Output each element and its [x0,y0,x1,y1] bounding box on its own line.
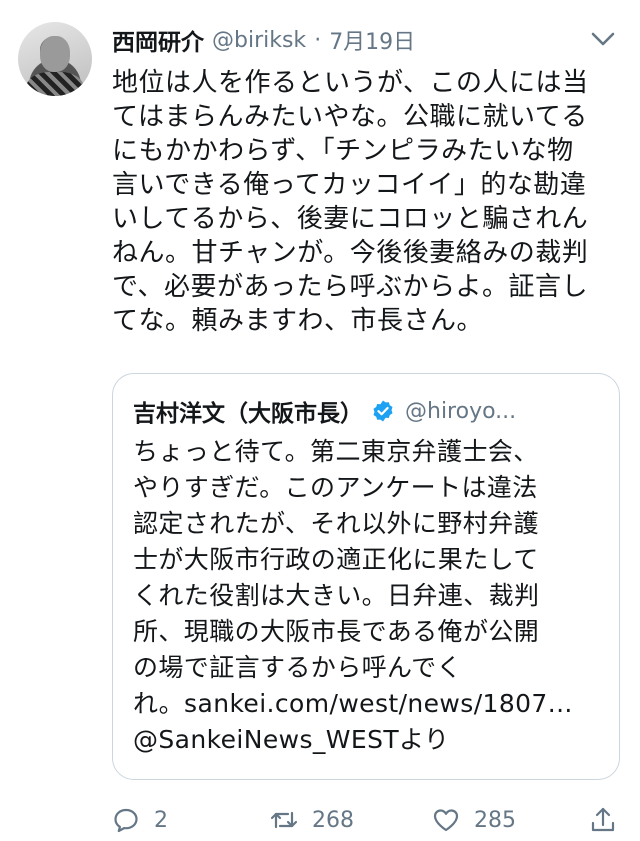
tweet-text-line: いしてるから、後妻にコロッと騙されん [112,204,589,234]
tweet-text: 地位は人を作るというが、この人には当 てはまらんみたいやな。公職に就いてる にも… [112,66,627,338]
tweet-text-line: 地位は人を作るというが、この人には当 [112,68,589,98]
tweet-text-line: 言いできる俺ってカッコイイ」的な勘違 [112,170,587,200]
share-icon [591,807,615,832]
reply-button[interactable]: 2 [112,802,168,838]
tweet-header: 西岡研介 @biriksk · 7月19日 [112,22,415,58]
quoted-text-line: 士が大阪市行政の適正化に果たして [133,545,539,574]
retweet-button[interactable]: 268 [270,802,354,838]
heart-icon [433,809,459,832]
tweet-date[interactable]: 7月19日 [329,24,415,56]
avatar-face [40,36,70,72]
quoted-author-name: 吉村洋文（大阪市長） [133,401,363,427]
separator-dot: · [314,27,322,53]
avatar-shirt [26,72,84,96]
tweet-text-line: にもかかわらず、「チンピラみたいな物 [112,136,574,166]
quoted-tweet-header: 吉村洋文（大阪市長） @hiroyo... [133,394,516,428]
tweet-text-line: てはまらんみたいやな。公職に就いてる [112,102,588,132]
reply-count: 2 [154,807,168,833]
like-button[interactable]: 285 [432,802,516,838]
author-avatar[interactable] [18,22,92,96]
quoted-text-line: ちょっと待て。第二東京弁護士会、 [133,437,539,466]
tweet-action-bar: 2 268 285 [112,802,622,838]
tweet-text-line: てな。頼みますわ、市長さん。 [112,306,484,336]
author-handle[interactable]: @biriksk [212,28,306,53]
like-count: 285 [474,807,516,833]
retweet-icon [270,811,298,829]
verified-badge-icon [373,400,393,422]
quoted-text-line: の場で証言するから呼んでく [133,653,462,682]
quoted-source-line[interactable]: @SankeiNews_WESTより [133,722,603,758]
quoted-link-line[interactable]: れ。sankei.com/west/news/1807... [133,686,603,722]
chevron-down-icon[interactable] [590,30,616,48]
quoted-text-line: くれた役割は大きい。日弁連、裁判 [133,581,540,610]
tweet-text-line: で、必要があったら呼ぶからよ。証言し [112,272,588,302]
quoted-text-line: 所、現職の大阪市長である俺が公開 [133,617,540,646]
author-name[interactable]: 西岡研介 [112,23,204,57]
share-button[interactable] [589,802,617,838]
retweet-count: 268 [312,807,354,833]
reply-icon [114,808,138,833]
quoted-text-line: 認定されたが、それ以外に野村弁護 [133,509,539,538]
quoted-tweet-card[interactable]: 吉村洋文（大阪市長） @hiroyo... ちょっと待て。第二東京弁護士会、 や… [112,373,620,780]
quoted-tweet-text: ちょっと待て。第二東京弁護士会、 やりすぎだ。このアンケートは違法 認定されたが… [133,434,603,758]
tweet-text-line: ねん。甘チャンが。今後後妻絡みの裁判 [112,238,589,268]
quoted-text-line: やりすぎだ。このアンケートは違法 [133,473,538,502]
quoted-author-handle: @hiroyo... [405,398,517,424]
